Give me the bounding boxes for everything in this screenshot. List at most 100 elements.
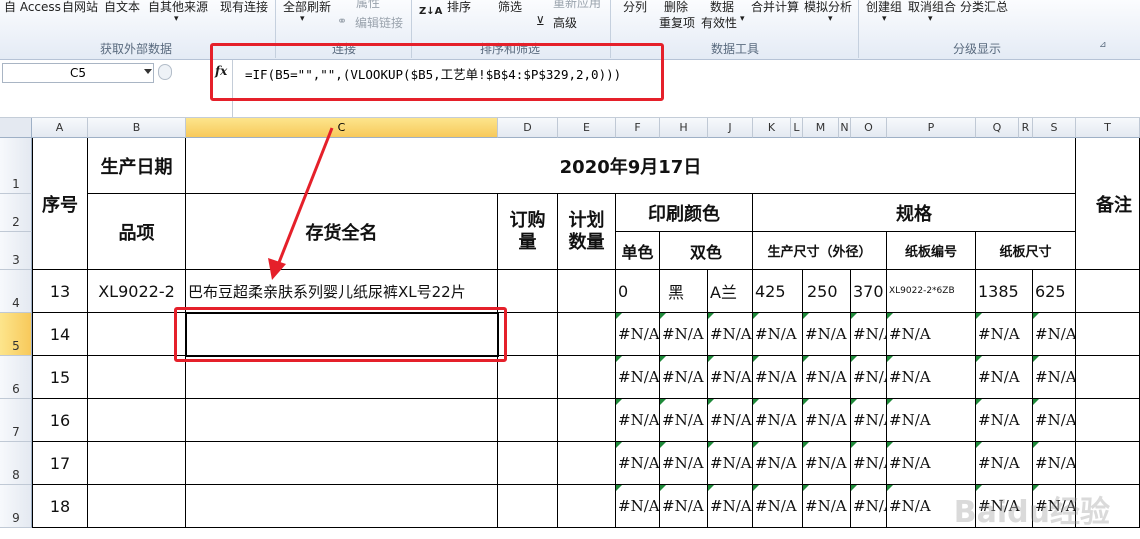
cell-c9[interactable]: [186, 485, 498, 528]
cell-a6[interactable]: 15: [32, 356, 88, 399]
cell-e7[interactable]: [558, 399, 616, 442]
cell-j7[interactable]: #N/A: [708, 399, 753, 442]
cell-note-header[interactable]: 备注: [1076, 138, 1140, 270]
cell-k5[interactable]: #N/A: [753, 313, 803, 356]
column-header-e[interactable]: E: [558, 118, 616, 138]
column-header-a[interactable]: A: [32, 118, 88, 138]
row-header-2[interactable]: 2: [0, 194, 32, 232]
cell-p4[interactable]: XL9022-2*6ZB: [887, 270, 976, 313]
cell-t4[interactable]: [1076, 270, 1140, 313]
column-header-f[interactable]: F: [616, 118, 660, 138]
column-header-j[interactable]: J: [708, 118, 753, 138]
ungroup-button[interactable]: 取消组合: [908, 0, 956, 15]
cell-q4[interactable]: 1385: [976, 270, 1033, 313]
column-header-h[interactable]: H: [660, 118, 708, 138]
cell-d6[interactable]: [498, 356, 558, 399]
cell-q7[interactable]: #N/A: [976, 399, 1033, 442]
cell-item-header[interactable]: 品项: [88, 194, 186, 270]
cell-h4[interactable]: 黑: [660, 270, 708, 313]
cell-s4[interactable]: 625: [1033, 270, 1076, 313]
cell-h8[interactable]: #N/A: [660, 442, 708, 485]
cell-m4[interactable]: 250: [803, 270, 851, 313]
filter-button[interactable]: 筛选: [498, 0, 522, 15]
cell-b6[interactable]: [88, 356, 186, 399]
from-other-sources-button[interactable]: 自其他来源: [148, 0, 208, 15]
cell-board-size-header[interactable]: 纸板尺寸: [976, 232, 1076, 270]
cell-d9[interactable]: [498, 485, 558, 528]
cell-k6[interactable]: #N/A: [753, 356, 803, 399]
column-header-c[interactable]: C: [186, 118, 498, 138]
refresh-all-button[interactable]: 全部刷新: [283, 0, 331, 15]
column-header-k[interactable]: K: [753, 118, 791, 138]
cell-b4[interactable]: XL9022-2: [88, 270, 186, 313]
cell-d7[interactable]: [498, 399, 558, 442]
cell-f8[interactable]: #N/A: [616, 442, 660, 485]
cell-p6[interactable]: #N/A: [887, 356, 976, 399]
cell-j4[interactable]: A兰: [708, 270, 753, 313]
cell-k7[interactable]: #N/A: [753, 399, 803, 442]
cell-k8[interactable]: #N/A: [753, 442, 803, 485]
cell-o8[interactable]: #N/A: [851, 442, 887, 485]
cell-f9[interactable]: #N/A: [616, 485, 660, 528]
cell-f4[interactable]: 0: [616, 270, 660, 313]
cell-q5[interactable]: #N/A: [976, 313, 1033, 356]
formula-bar-expand-handle[interactable]: [158, 64, 172, 80]
cell-a7[interactable]: 16: [32, 399, 88, 442]
cell-a5[interactable]: 14: [32, 313, 88, 356]
cell-s6[interactable]: #N/A: [1033, 356, 1076, 399]
cell-k9[interactable]: #N/A: [753, 485, 803, 528]
cell-h9[interactable]: #N/A: [660, 485, 708, 528]
cell-e6[interactable]: [558, 356, 616, 399]
cell-prod-date-header[interactable]: 生产日期: [88, 138, 186, 194]
cell-single-color-header[interactable]: 单色: [616, 232, 660, 270]
row-header-7[interactable]: 7: [0, 399, 32, 442]
cell-t8[interactable]: [1076, 442, 1140, 485]
from-access-button[interactable]: 自 Access: [4, 0, 61, 15]
name-box[interactable]: C5: [2, 63, 154, 83]
column-header-p[interactable]: P: [887, 118, 976, 138]
cell-f6[interactable]: #N/A: [616, 356, 660, 399]
column-header-n[interactable]: N: [839, 118, 851, 138]
row-header-1[interactable]: 1: [0, 138, 32, 194]
cell-prod-size-header[interactable]: 生产尺寸（外径）: [753, 232, 887, 270]
cell-e4[interactable]: [558, 270, 616, 313]
cell-o7[interactable]: #N/A: [851, 399, 887, 442]
cell-d8[interactable]: [498, 442, 558, 485]
row-header-4[interactable]: 4: [0, 270, 32, 313]
row-header-8[interactable]: 8: [0, 442, 32, 485]
sort-az-icon[interactable]: Z↓A: [419, 6, 442, 17]
cell-o5[interactable]: #N/A: [851, 313, 887, 356]
from-web-button[interactable]: 自网站: [62, 0, 98, 15]
cell-f5[interactable]: #N/A: [616, 313, 660, 356]
cell-o9[interactable]: #N/A: [851, 485, 887, 528]
cell-p7[interactable]: #N/A: [887, 399, 976, 442]
cell-t5[interactable]: [1076, 313, 1140, 356]
cell-h7[interactable]: #N/A: [660, 399, 708, 442]
cell-b9[interactable]: [88, 485, 186, 528]
group-button[interactable]: 创建组: [866, 0, 902, 15]
cell-j9[interactable]: #N/A: [708, 485, 753, 528]
cell-board-no-header[interactable]: 纸板编号: [887, 232, 976, 270]
row-header-3[interactable]: 3: [0, 232, 32, 270]
column-header-t[interactable]: T: [1076, 118, 1140, 138]
chevron-down-icon[interactable]: [144, 69, 152, 74]
cell-a8[interactable]: 17: [32, 442, 88, 485]
cell-m6[interactable]: #N/A: [803, 356, 851, 399]
cell-p8[interactable]: #N/A: [887, 442, 976, 485]
cell-o4[interactable]: 370: [851, 270, 887, 313]
column-header-l[interactable]: L: [791, 118, 803, 138]
cell-h5[interactable]: #N/A: [660, 313, 708, 356]
cell-t6[interactable]: [1076, 356, 1140, 399]
cell-p5[interactable]: #N/A: [887, 313, 976, 356]
cell-q6[interactable]: #N/A: [976, 356, 1033, 399]
cell-m8[interactable]: #N/A: [803, 442, 851, 485]
remove-duplicates-button[interactable]: 删除: [664, 0, 688, 15]
cell-full-name-header[interactable]: 存货全名: [186, 194, 498, 270]
cell-j5[interactable]: #N/A: [708, 313, 753, 356]
dialog-launcher-icon[interactable]: ⊿: [1099, 40, 1107, 50]
row-header-6[interactable]: 6: [0, 356, 32, 399]
cell-d4[interactable]: [498, 270, 558, 313]
cell-s8[interactable]: #N/A: [1033, 442, 1076, 485]
cell-b7[interactable]: [88, 399, 186, 442]
cell-print-color-header[interactable]: 印刷颜色: [616, 194, 753, 232]
